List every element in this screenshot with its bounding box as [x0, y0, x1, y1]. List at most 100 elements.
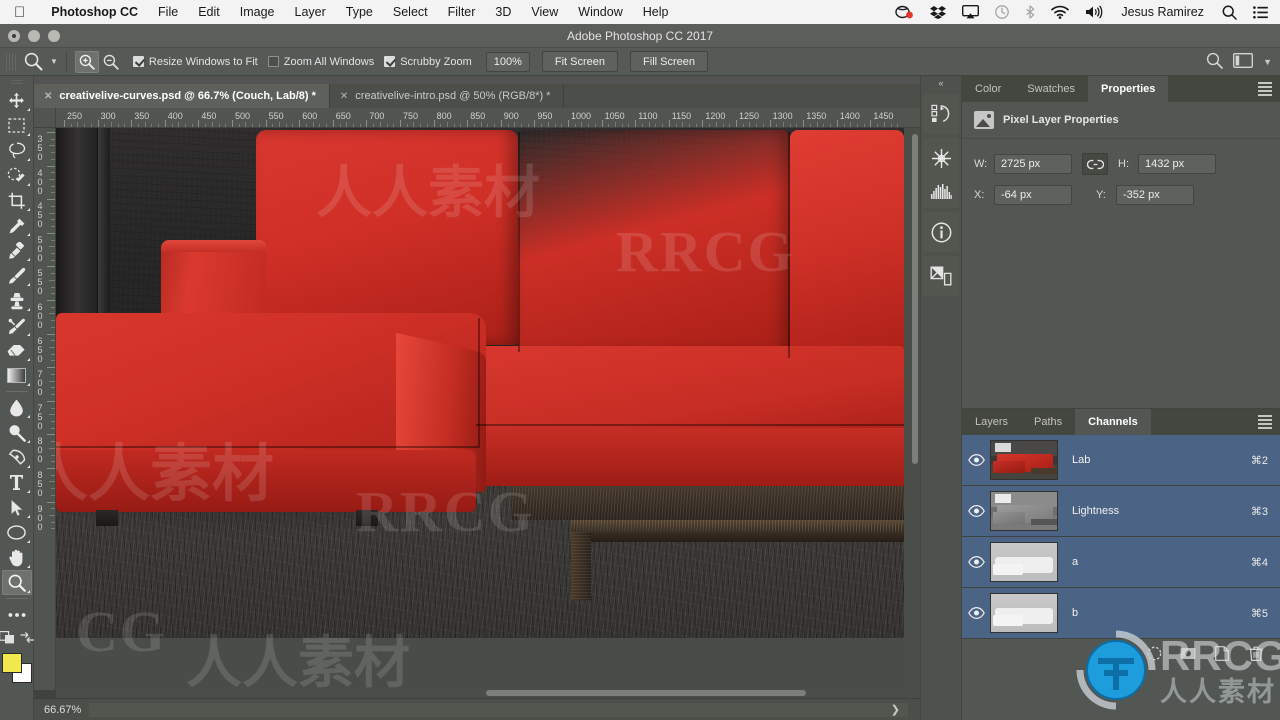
checkbox-box[interactable]: [384, 56, 396, 67]
brush-tool[interactable]: [2, 263, 32, 288]
menu-item-type[interactable]: Type: [336, 5, 383, 19]
type-tool[interactable]: [2, 470, 32, 495]
tab-channels[interactable]: Channels: [1075, 409, 1151, 435]
link-chain-icon[interactable]: [1082, 153, 1108, 175]
histogram-icon[interactable]: [923, 176, 959, 206]
menu-item-image[interactable]: Image: [230, 5, 285, 19]
layer-comps-icon[interactable]: [923, 258, 959, 294]
quick-selection-tool[interactable]: [2, 163, 32, 188]
channel-row-a[interactable]: a ⌘4: [962, 537, 1280, 588]
zoom-all-windows-checkbox[interactable]: Zoom All Windows: [267, 56, 374, 68]
menu-item-help[interactable]: Help: [633, 5, 679, 19]
new-channel-icon[interactable]: [1214, 645, 1230, 661]
close-tab-icon[interactable]: ✕: [44, 91, 52, 102]
canvas-viewport[interactable]: 人人素材 人人素材 RRCG RRCG CG 人人素材: [56, 128, 920, 690]
vertical-ruler[interactable]: 3 5 0 4 0 0 4 5 0 5 0 0 5 5 0 6 0 0 6 5 0 7 0 0…: [34, 128, 56, 690]
dropbox-icon[interactable]: [922, 5, 954, 19]
eyedropper-tool[interactable]: [2, 213, 32, 238]
menu-item-window[interactable]: Window: [568, 5, 632, 19]
channel-visibility-icon[interactable]: [962, 556, 990, 568]
menu-item-3d[interactable]: 3D: [485, 5, 521, 19]
x-input[interactable]: -64 px: [994, 185, 1072, 205]
history-brush-tool[interactable]: [2, 313, 32, 338]
spotlight-search-icon[interactable]: [1214, 5, 1245, 20]
foreground-color-swatch[interactable]: [1, 653, 22, 673]
apple-logo-icon[interactable]: : [14, 5, 25, 20]
document-image[interactable]: [56, 128, 904, 638]
search-icon[interactable]: [1206, 52, 1223, 72]
checkbox-box[interactable]: [132, 56, 144, 67]
y-input[interactable]: -352 px: [1116, 185, 1194, 205]
menu-item-file[interactable]: File: [148, 5, 188, 19]
tab-paths[interactable]: Paths: [1021, 409, 1075, 435]
color-swatches[interactable]: [1, 653, 32, 683]
canvas-horizontal-scrollbar[interactable]: [56, 688, 920, 698]
channel-visibility-icon[interactable]: [962, 505, 990, 517]
gradient-tool[interactable]: [2, 363, 32, 388]
load-channel-as-selection-icon[interactable]: [1146, 645, 1162, 661]
canvas-vertical-scrollbar[interactable]: [910, 128, 920, 690]
zoom-percent-field[interactable]: 100%: [485, 51, 530, 72]
menu-item-photoshop[interactable]: Photoshop CC: [41, 5, 148, 19]
zoom-tool[interactable]: [1, 570, 32, 595]
blur-tool[interactable]: [2, 395, 32, 420]
chevron-down-icon[interactable]: ▼: [1263, 57, 1272, 67]
eraser-tool[interactable]: [2, 338, 32, 363]
hand-tool[interactable]: [2, 545, 32, 570]
width-input[interactable]: 2725 px: [994, 154, 1072, 174]
spot-healing-brush-tool[interactable]: [2, 238, 32, 263]
channel-row-lightness[interactable]: Lightness ⌘3: [962, 486, 1280, 537]
channel-visibility-icon[interactable]: [962, 607, 990, 619]
close-button[interactable]: [8, 30, 20, 42]
menu-bar-username[interactable]: Jesus Ramirez: [1111, 5, 1214, 19]
collapse-panels-icon[interactable]: «: [920, 76, 962, 90]
wifi-icon[interactable]: [1043, 5, 1077, 19]
panel-menu-icon[interactable]: [1258, 82, 1272, 96]
crop-tool[interactable]: [2, 188, 32, 213]
history-icon[interactable]: [923, 96, 959, 132]
ruler-origin-corner[interactable]: [34, 108, 56, 128]
document-tab-creativelive-intro[interactable]: ✕ creativelive-intro.psd @ 50% (RGB/8*) …: [330, 84, 565, 108]
channel-row-lab[interactable]: Lab ⌘2: [962, 435, 1280, 486]
screen-mode-icon[interactable]: [20, 631, 35, 647]
tab-swatches[interactable]: Swatches: [1014, 76, 1088, 102]
scrubby-zoom-checkbox[interactable]: Scrubby Zoom: [384, 56, 472, 68]
tab-layers[interactable]: Layers: [962, 409, 1021, 435]
resize-windows-to-fit-checkbox[interactable]: Resize Windows to Fit: [132, 56, 258, 68]
zoom-in-icon[interactable]: [74, 50, 99, 73]
zoom-level-field[interactable]: 66.67%: [44, 704, 81, 716]
pen-tool[interactable]: [2, 445, 32, 470]
move-tool[interactable]: [2, 88, 32, 113]
chevron-down-icon[interactable]: ▼: [50, 57, 58, 66]
save-selection-as-channel-icon[interactable]: [1180, 645, 1196, 661]
quick-mask-icon[interactable]: [0, 631, 16, 647]
channel-visibility-icon[interactable]: [962, 454, 990, 466]
status-info-track[interactable]: ❯: [89, 702, 908, 717]
volume-icon[interactable]: [1077, 5, 1111, 19]
delete-channel-icon[interactable]: [1248, 645, 1264, 661]
airplay-icon[interactable]: [954, 5, 987, 19]
horizontal-ruler[interactable]: 250 300 350 400 450 500 550 600 650 700 750 800 850 9…: [56, 108, 920, 128]
fill-screen-button[interactable]: Fill Screen: [630, 51, 708, 72]
menu-item-edit[interactable]: Edit: [188, 5, 230, 19]
menu-item-layer[interactable]: Layer: [285, 5, 336, 19]
scrollbar-thumb[interactable]: [912, 134, 918, 464]
notification-center-icon[interactable]: [1245, 5, 1280, 19]
maximize-button[interactable]: [48, 30, 60, 42]
screen-recording-icon[interactable]: [887, 5, 922, 19]
close-tab-icon[interactable]: ✕: [340, 91, 348, 102]
edit-toolbar-tool[interactable]: [2, 602, 32, 627]
panel-menu-icon[interactable]: [1258, 415, 1272, 429]
info-icon[interactable]: [923, 214, 959, 250]
workspace-switcher-icon[interactable]: [1233, 52, 1254, 71]
checkbox-box[interactable]: [267, 56, 279, 67]
tab-properties[interactable]: Properties: [1088, 76, 1169, 102]
height-input[interactable]: 1432 px: [1138, 154, 1216, 174]
toolbar-grip[interactable]: [10, 80, 23, 86]
dodge-tool[interactable]: [2, 420, 32, 445]
minimize-button[interactable]: [28, 30, 40, 42]
ellipse-shape-tool[interactable]: [2, 520, 32, 545]
chevron-right-icon[interactable]: ❯: [891, 703, 900, 716]
zoom-tool-icon[interactable]: [20, 52, 47, 71]
fit-screen-button[interactable]: Fit Screen: [541, 51, 619, 72]
